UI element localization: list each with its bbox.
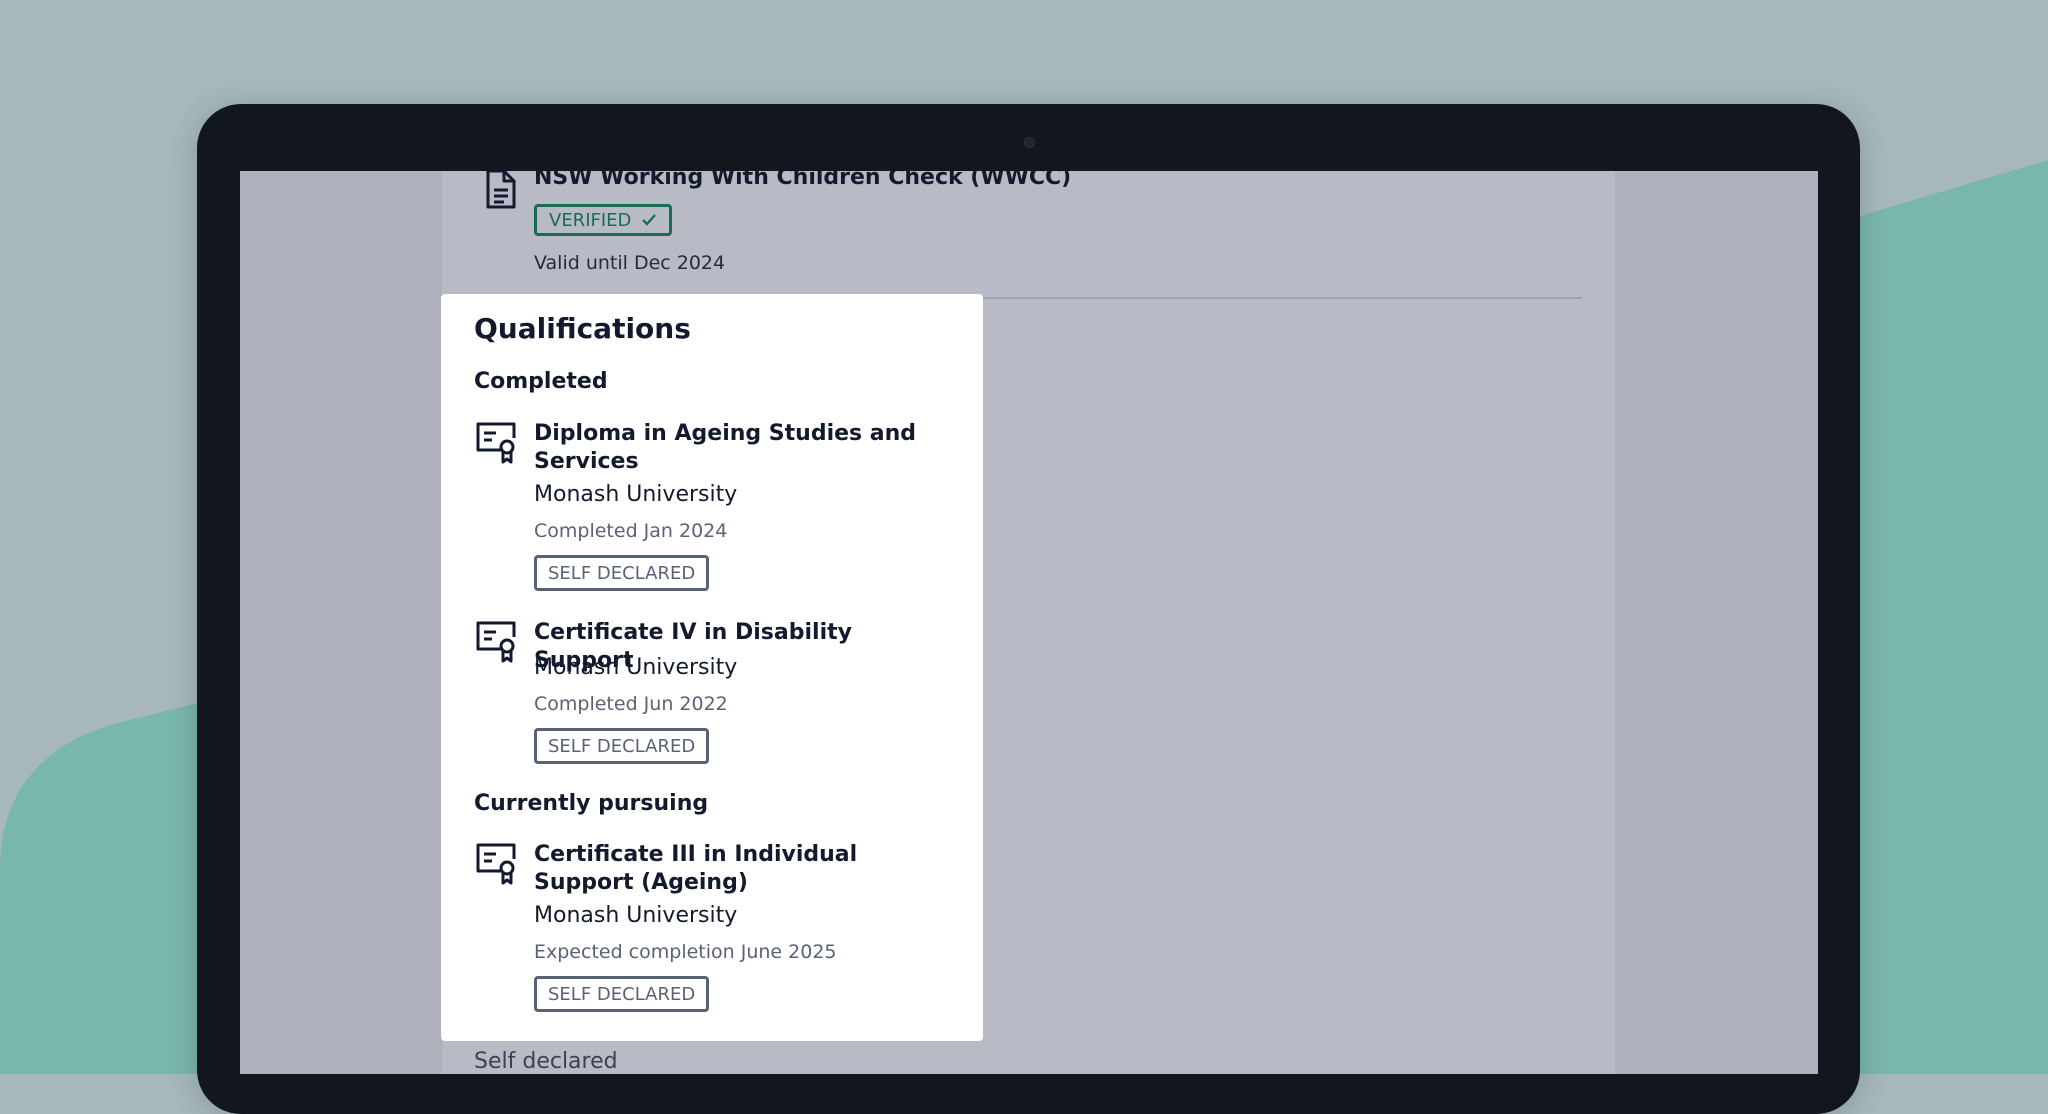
- qualifications-card: Qualifications Completed Diploma in Agei…: [441, 294, 983, 1041]
- qualification-title: Diploma in Ageing Studies and Services: [534, 421, 917, 474]
- pursuing-section-label: Currently pursuing: [474, 791, 709, 816]
- certificate-icon: [476, 843, 516, 885]
- self-declared-label: Self declared: [474, 1049, 618, 1074]
- self-declared-badge: SELF DECLARED: [534, 976, 710, 1012]
- completed-section-label: Completed: [474, 369, 608, 394]
- self-declared-badge: SELF DECLARED: [534, 728, 710, 764]
- certificate-icon: [476, 621, 516, 663]
- qualification-institution: Monash University: [534, 482, 738, 507]
- certificate-icon: [476, 422, 516, 464]
- wwcc-valid-until: Valid until Dec 2024: [534, 252, 726, 274]
- qualification-title: Certificate III in Individual Support (A…: [534, 842, 858, 895]
- document-icon: [486, 171, 516, 209]
- laptop-screen: NSW Working With Children Check (WWCC) V…: [240, 171, 1818, 1074]
- self-declared-badge: SELF DECLARED: [534, 555, 710, 591]
- checkmark-icon: [642, 214, 657, 226]
- webcam: [1024, 137, 1035, 148]
- qualifications-title: Qualifications: [474, 312, 691, 345]
- verified-badge: VERIFIED: [534, 204, 673, 236]
- verified-badge-label: VERIFIED: [549, 209, 632, 231]
- qualification-date: Completed Jan 2024: [534, 520, 728, 542]
- wwcc-title: NSW Working With Children Check (WWCC): [534, 171, 1072, 190]
- qualification-date: Completed Jun 2022: [534, 693, 728, 715]
- qualification-institution: Monash University: [534, 903, 738, 928]
- qualification-date: Expected completion June 2025: [534, 941, 837, 963]
- qualification-institution: Monash University: [534, 655, 738, 680]
